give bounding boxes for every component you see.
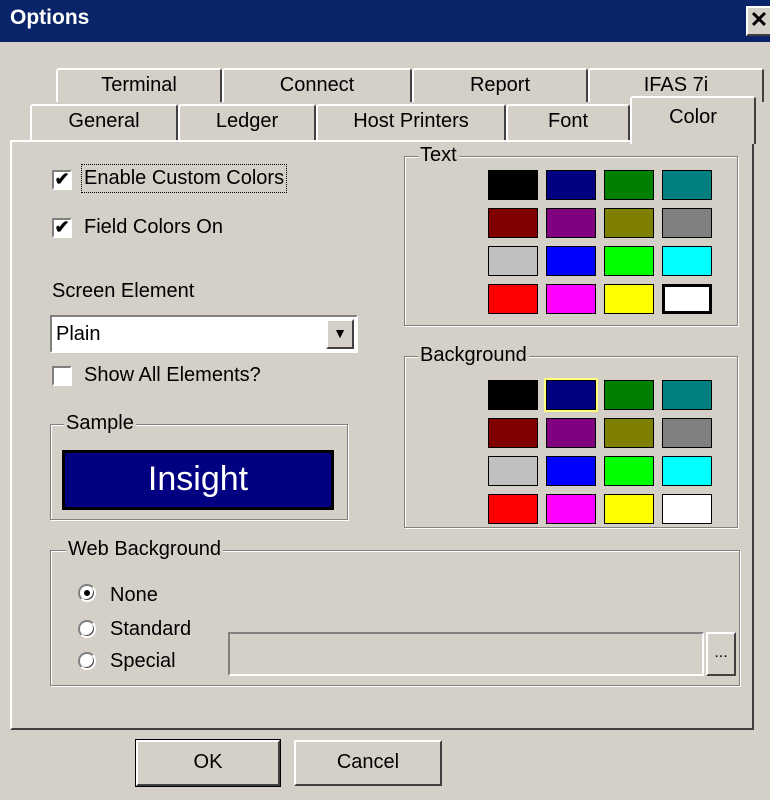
background-color-palette — [488, 378, 718, 530]
tab-label: Host Printers — [353, 110, 469, 132]
tab-host-printers[interactable]: Host Printers — [316, 104, 506, 142]
tab-label: Font — [547, 110, 589, 132]
tab-label: General — [68, 110, 140, 132]
check-icon: ✔ — [54, 169, 70, 189]
text-color-swatch[interactable] — [662, 246, 712, 276]
text-color-swatch[interactable] — [546, 246, 596, 276]
text-color-palette — [488, 170, 718, 320]
background-color-swatch[interactable] — [604, 418, 654, 448]
background-color-swatch[interactable] — [488, 418, 538, 448]
sample-label: Sample — [64, 412, 136, 435]
radio-standard[interactable] — [78, 620, 96, 638]
ok-button[interactable]: OK — [135, 739, 281, 787]
text-color-swatch[interactable] — [604, 284, 654, 314]
background-color-swatch[interactable] — [488, 380, 538, 410]
background-color-swatch[interactable] — [546, 418, 596, 448]
text-color-swatch[interactable] — [488, 170, 538, 200]
chevron-down-icon: ▼ — [333, 325, 347, 341]
web-background-path-field[interactable] — [228, 632, 704, 676]
text-color-swatch[interactable] — [488, 246, 538, 276]
tab-terminal[interactable]: Terminal — [56, 68, 222, 102]
background-color-swatch[interactable] — [544, 378, 598, 412]
tab-label: Connect — [279, 74, 355, 96]
enable-custom-colors-label[interactable]: Enable Custom Colors — [80, 164, 288, 193]
sample-text: Insight — [147, 460, 249, 498]
radio-none-label[interactable]: None — [110, 584, 158, 607]
background-color-swatch[interactable] — [604, 494, 654, 524]
text-color-swatch[interactable] — [546, 208, 596, 238]
radio-special-label[interactable]: Special — [110, 650, 176, 673]
background-color-swatch[interactable] — [546, 494, 596, 524]
tab-color[interactable]: Color — [630, 96, 756, 144]
text-color-swatch[interactable] — [488, 284, 538, 314]
radio-special[interactable] — [78, 652, 96, 670]
close-icon: ✕ — [749, 7, 769, 32]
text-color-swatch[interactable] — [662, 170, 712, 200]
screen-element-value: Plain — [56, 323, 101, 345]
text-color-swatch[interactable] — [488, 208, 538, 238]
browse-button[interactable]: ... — [706, 632, 736, 676]
sample-preview: Insight — [62, 450, 334, 510]
radio-standard-label[interactable]: Standard — [110, 618, 191, 641]
text-color-swatch[interactable] — [662, 284, 712, 314]
screen-element-label: Screen Element — [52, 280, 195, 302]
tab-label: Terminal — [101, 74, 177, 96]
tab-label: IFAS 7i — [643, 74, 709, 96]
background-color-swatch[interactable] — [662, 418, 712, 448]
text-color-swatch[interactable] — [546, 284, 596, 314]
text-color-swatch[interactable] — [604, 170, 654, 200]
radio-selected-dot — [84, 590, 90, 596]
tab-report[interactable]: Report — [412, 68, 588, 102]
tab-ledger[interactable]: Ledger — [178, 104, 316, 142]
background-color-swatch[interactable] — [662, 494, 712, 524]
screen-element-dropdown[interactable]: Plain ▼ — [50, 315, 358, 353]
web-background-label: Web Background — [66, 538, 224, 561]
tab-font[interactable]: Font — [506, 104, 630, 142]
close-button[interactable]: ✕ — [746, 6, 770, 36]
tab-connect[interactable]: Connect — [222, 68, 412, 102]
tab-general[interactable]: General — [30, 104, 178, 142]
show-all-elements-checkbox[interactable] — [52, 366, 72, 386]
text-color-swatch[interactable] — [604, 208, 654, 238]
field-colors-on-checkbox[interactable]: ✔ — [52, 218, 72, 238]
show-all-elements-label[interactable]: Show All Elements? — [84, 364, 261, 387]
background-color-label: Background — [418, 344, 529, 367]
radio-none[interactable] — [78, 584, 96, 602]
cancel-button[interactable]: Cancel — [294, 740, 442, 786]
background-color-swatch[interactable] — [488, 494, 538, 524]
text-color-swatch[interactable] — [546, 170, 596, 200]
tab-label: Report — [469, 74, 531, 96]
background-color-swatch[interactable] — [604, 380, 654, 410]
background-color-swatch[interactable] — [604, 456, 654, 486]
window-title: Options — [10, 6, 90, 29]
enable-custom-colors-checkbox[interactable]: ✔ — [52, 170, 72, 190]
check-icon: ✔ — [54, 217, 70, 237]
field-colors-on-label[interactable]: Field Colors On — [84, 216, 223, 239]
dropdown-button[interactable]: ▼ — [326, 319, 354, 349]
background-color-swatch[interactable] — [546, 456, 596, 486]
tab-label: Color — [669, 106, 717, 128]
background-color-swatch[interactable] — [488, 456, 538, 486]
title-bar[interactable] — [0, 0, 770, 42]
text-color-swatch[interactable] — [604, 246, 654, 276]
text-color-label: Text — [418, 144, 459, 167]
background-color-swatch[interactable] — [662, 456, 712, 486]
text-color-swatch[interactable] — [662, 208, 712, 238]
background-color-swatch[interactable] — [662, 380, 712, 410]
tab-label: Ledger — [215, 110, 279, 132]
